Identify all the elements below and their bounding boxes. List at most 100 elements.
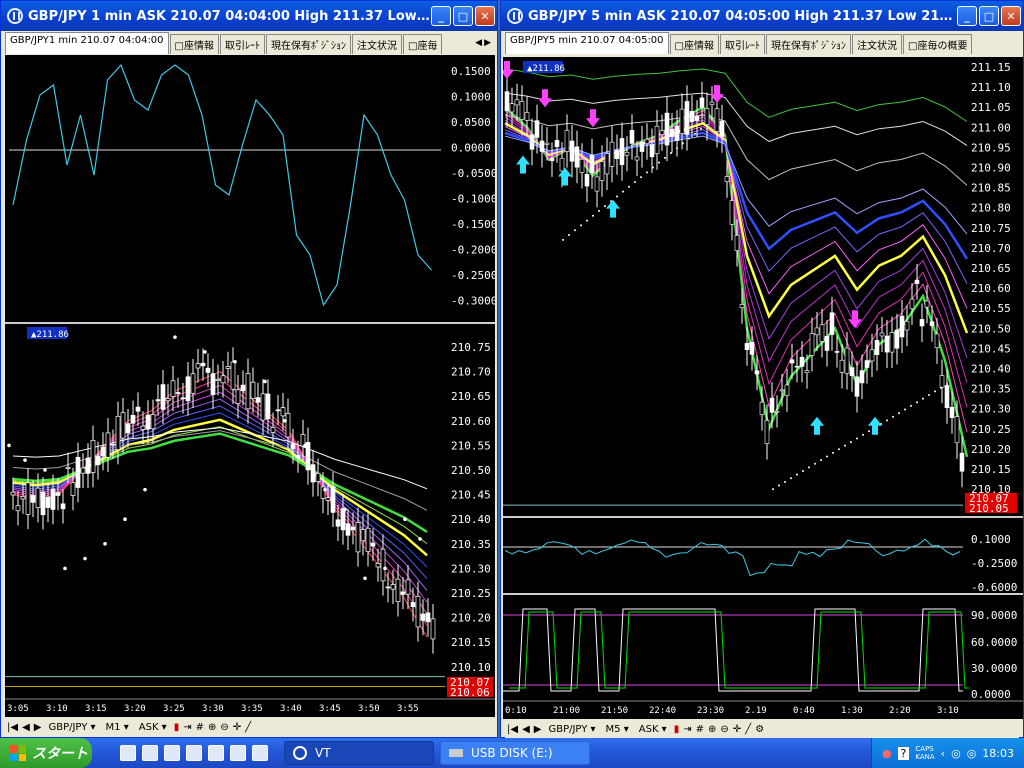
tab-chart[interactable]: GBP/JPY5 min 210.07 04:05:00 <box>505 32 669 54</box>
tab-positions[interactable]: 現在保有ﾎﾟｼﾞｼｮﾝ <box>266 34 351 54</box>
grid-icon[interactable]: # <box>196 722 204 733</box>
task-vt[interactable]: VT <box>284 741 434 765</box>
candle-body <box>145 414 151 430</box>
folder-icon[interactable] <box>164 745 180 761</box>
tab-account-info[interactable]: □座情報 <box>169 34 219 54</box>
vt-tray-icon-2[interactable]: ◎ <box>967 747 977 760</box>
symbol-select[interactable]: GBP/JPY ▾ <box>545 723 598 736</box>
price-axis-label: 210.60 <box>971 282 1011 295</box>
price-axis-label: 210.40 <box>971 363 1011 376</box>
tray-shield-icon[interactable]: ● <box>882 747 892 760</box>
zoom-out-icon[interactable]: ⊖ <box>220 722 228 733</box>
parabolic-dot <box>403 517 407 521</box>
grid-icon[interactable]: # <box>696 724 704 735</box>
zoom-out-icon[interactable]: ⊖ <box>720 724 728 735</box>
candle-body <box>215 378 221 382</box>
media-icon[interactable] <box>186 745 202 761</box>
candle-body <box>804 370 810 374</box>
left-titlebar[interactable]: GBP/JPY 1 min ASK 210.07 04:04:00 High 2… <box>1 1 497 31</box>
candle-body <box>355 522 361 553</box>
tab-account-summary[interactable]: □座毎 <box>403 34 443 54</box>
candle-body <box>954 416 960 444</box>
side-select[interactable]: ASK ▾ <box>136 721 170 734</box>
parabolic-dot <box>622 190 624 193</box>
tab-chart[interactable]: GBP/JPY1 min 210.07 04:04:00 <box>5 32 169 54</box>
candle-body <box>909 298 915 310</box>
parabolic-dot <box>640 176 642 179</box>
side-select[interactable]: ASK ▾ <box>636 723 670 736</box>
tab-account-info[interactable]: □座情報 <box>669 34 719 54</box>
candle-body <box>739 304 745 308</box>
tab-orders[interactable]: 注文状況 <box>852 34 902 54</box>
symbol-select[interactable]: GBP/JPY ▾ <box>45 721 98 734</box>
network-icon[interactable] <box>208 745 224 761</box>
price-axis-label: 211.15 <box>971 61 1011 74</box>
minimize-button[interactable]: _ <box>957 6 977 26</box>
candle-icon[interactable]: ▮ <box>674 724 680 735</box>
parabolic-dot <box>934 390 936 393</box>
parabolic-dot <box>616 195 618 198</box>
scroll-left-icon[interactable]: ◀ <box>22 722 30 733</box>
candle-body <box>699 97 705 108</box>
maximize-button[interactable]: □ <box>453 6 473 26</box>
candle-body <box>709 101 715 105</box>
quick-launch <box>120 745 268 761</box>
osc-axis-label: -0.0500 <box>451 167 495 180</box>
trendline-icon[interactable]: ╱ <box>245 722 251 733</box>
close-button[interactable]: ✕ <box>1001 6 1021 26</box>
candle-body <box>684 101 690 135</box>
crosshair-icon[interactable]: ✛ <box>733 724 741 735</box>
scroll-end-icon[interactable]: ⇥ <box>683 724 691 735</box>
period-select[interactable]: M1 ▾ <box>103 721 132 734</box>
osc-axis-label: -0.1500 <box>451 218 495 231</box>
candle-body <box>764 420 770 444</box>
desktop-icon[interactable] <box>120 745 136 761</box>
scroll-start-icon[interactable]: |◀ <box>507 724 518 735</box>
tab-rates[interactable]: 取引ﾚｰﾄ <box>220 34 265 54</box>
scroll-start-icon[interactable]: |◀ <box>7 722 18 733</box>
candle-body <box>809 333 815 356</box>
candle-body <box>380 548 386 582</box>
price-axis-label: 211.10 <box>971 81 1011 94</box>
trendline-icon[interactable]: ╱ <box>745 724 751 735</box>
osc-axis-label: -0.2500 <box>451 269 495 282</box>
scroll-right-icon[interactable]: ▶ <box>534 724 542 735</box>
app-icon[interactable] <box>252 745 268 761</box>
close-button[interactable]: ✕ <box>475 6 495 26</box>
period-select[interactable]: M5 ▾ <box>603 723 632 736</box>
left-chart-window[interactable]: GBP/JPY 1 min ASK 210.07 04:04:00 High 2… <box>0 0 498 738</box>
tab-account-summary[interactable]: □座毎の概要 <box>903 34 973 54</box>
tab-orders[interactable]: 注文状況 <box>352 34 402 54</box>
parabolic-dot <box>688 137 690 140</box>
crosshair-icon[interactable]: ✛ <box>233 722 241 733</box>
right-titlebar[interactable]: GBP/JPY 5 min ASK 210.07 04:05:00 High 2… <box>501 1 1023 31</box>
zoom-in-icon[interactable]: ⊕ <box>208 722 216 733</box>
maximize-button[interactable]: □ <box>979 6 999 26</box>
tab-next-icon[interactable]: ▶ <box>484 38 491 48</box>
candle-body <box>105 432 111 458</box>
parabolic-dot <box>670 152 672 155</box>
minimize-button[interactable]: _ <box>431 6 451 26</box>
tab-rates[interactable]: 取引ﾚｰﾄ <box>720 34 765 54</box>
scroll-right-icon[interactable]: ▶ <box>34 722 42 733</box>
vt-tray-icon[interactable]: ◎ <box>951 747 961 760</box>
scroll-end-icon[interactable]: ⇥ <box>183 722 191 733</box>
scroll-left-icon[interactable]: ◀ <box>522 724 530 735</box>
candle-icon[interactable]: ▮ <box>174 722 180 733</box>
candle-body <box>240 384 246 392</box>
candle-body <box>659 130 665 135</box>
tray-expand-icon[interactable]: ‹ <box>941 747 945 760</box>
settings-icon[interactable]: ⚙ <box>755 724 764 735</box>
tab-prev-icon[interactable]: ◀ <box>475 38 482 48</box>
left-chart-area[interactable]: 0.1500 0.1000 0.0500 0.0000 -0.0500 -0.1000 -0… <box>5 55 497 717</box>
ie-icon[interactable] <box>142 745 158 761</box>
help-icon[interactable]: ? <box>897 746 910 760</box>
zoom-in-icon[interactable]: ⊕ <box>708 724 716 735</box>
right-chart-window[interactable]: GBP/JPY 5 min ASK 210.07 04:05:00 High 2… <box>500 0 1024 739</box>
tab-positions[interactable]: 現在保有ﾎﾟｼﾞｼｮﾝ <box>766 34 851 54</box>
task-usb[interactable]: USB DISK (E:) <box>440 741 590 765</box>
start-button[interactable]: スタート <box>0 738 92 768</box>
right-chart-area[interactable]: 211.15 211.10 211.05 211.00 210.95 210.90 210.… <box>500 57 1023 719</box>
parabolic-dot <box>203 350 207 354</box>
window-icon[interactable] <box>230 745 246 761</box>
